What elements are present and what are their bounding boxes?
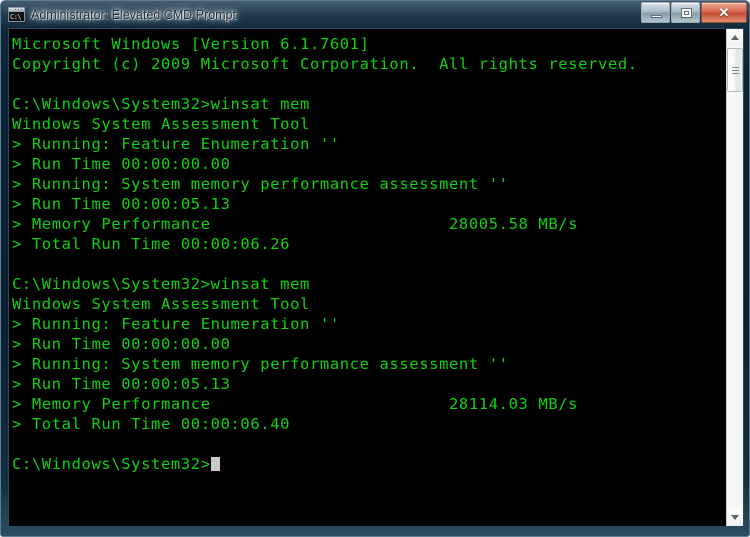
icon-titlebar-strip	[9, 8, 24, 12]
console-line: Windows System Assessment Tool	[12, 115, 310, 133]
console-line: Windows System Assessment Tool	[12, 295, 310, 313]
scroll-down-button[interactable]	[727, 509, 743, 526]
console-line: Copyright (c) 2009 Microsoft Corporation…	[12, 55, 638, 73]
thumb-grip-line	[732, 73, 739, 74]
console-client-area: Microsoft Windows [Version 6.1.7601] Copy…	[9, 29, 743, 526]
console-line: > Memory Performance 28114.03 MB/s	[12, 395, 579, 413]
console-line: > Running: Feature Enumeration ''	[12, 135, 340, 153]
console-output[interactable]: Microsoft Windows [Version 6.1.7601] Copy…	[9, 29, 726, 526]
close-icon: ✕	[718, 5, 730, 20]
minimize-button[interactable]	[641, 2, 670, 23]
window-title: Administrator: Elevated CMD Prompt	[31, 8, 236, 22]
thumb-grip-line	[732, 67, 739, 68]
text-cursor	[210, 457, 220, 471]
cmd-window: C:\ Administrator: Elevated CMD Prompt ✕…	[0, 0, 750, 537]
console-line: C:\Windows\System32>winsat mem	[12, 95, 310, 113]
console-line: > Total Run Time 00:00:06.40	[12, 415, 291, 433]
console-line: > Running: System memory performance ass…	[12, 175, 509, 193]
window-titlebar[interactable]: C:\ Administrator: Elevated CMD Prompt ✕	[1, 1, 749, 29]
minimize-icon	[651, 15, 662, 18]
console-line: > Run Time 00:00:00.00	[12, 155, 231, 173]
console-line: > Run Time 00:00:00.00	[12, 335, 231, 353]
close-button[interactable]: ✕	[701, 2, 747, 23]
console-line: > Run Time 00:00:05.13	[12, 375, 231, 393]
console-line: > Running: Feature Enumeration ''	[12, 315, 340, 333]
restore-icon	[681, 8, 692, 18]
scroll-up-arrow-icon	[731, 35, 739, 40]
restore-button[interactable]	[671, 2, 700, 23]
window-controls: ✕	[640, 2, 747, 24]
console-line: C:\Windows\System32>winsat mem	[12, 275, 310, 293]
console-line: > Run Time 00:00:05.13	[12, 195, 231, 213]
console-line: > Total Run Time 00:00:06.26	[12, 235, 291, 253]
console-line: > Running: System memory performance ass…	[12, 355, 509, 373]
scroll-up-button[interactable]	[727, 29, 743, 46]
cmd-console-icon: C:\	[8, 7, 25, 22]
icon-prompt-text: C:\	[9, 12, 24, 21]
scroll-down-arrow-icon	[731, 515, 739, 520]
thumb-grip-line	[732, 70, 739, 71]
scrollbar-thumb[interactable]	[727, 48, 743, 92]
console-line: C:\Windows\System32>	[12, 454, 726, 474]
console-line: > Memory Performance 28005.58 MB/s	[12, 215, 579, 233]
console-scrollbar[interactable]	[726, 29, 743, 526]
console-line: Microsoft Windows [Version 6.1.7601]	[12, 35, 370, 53]
